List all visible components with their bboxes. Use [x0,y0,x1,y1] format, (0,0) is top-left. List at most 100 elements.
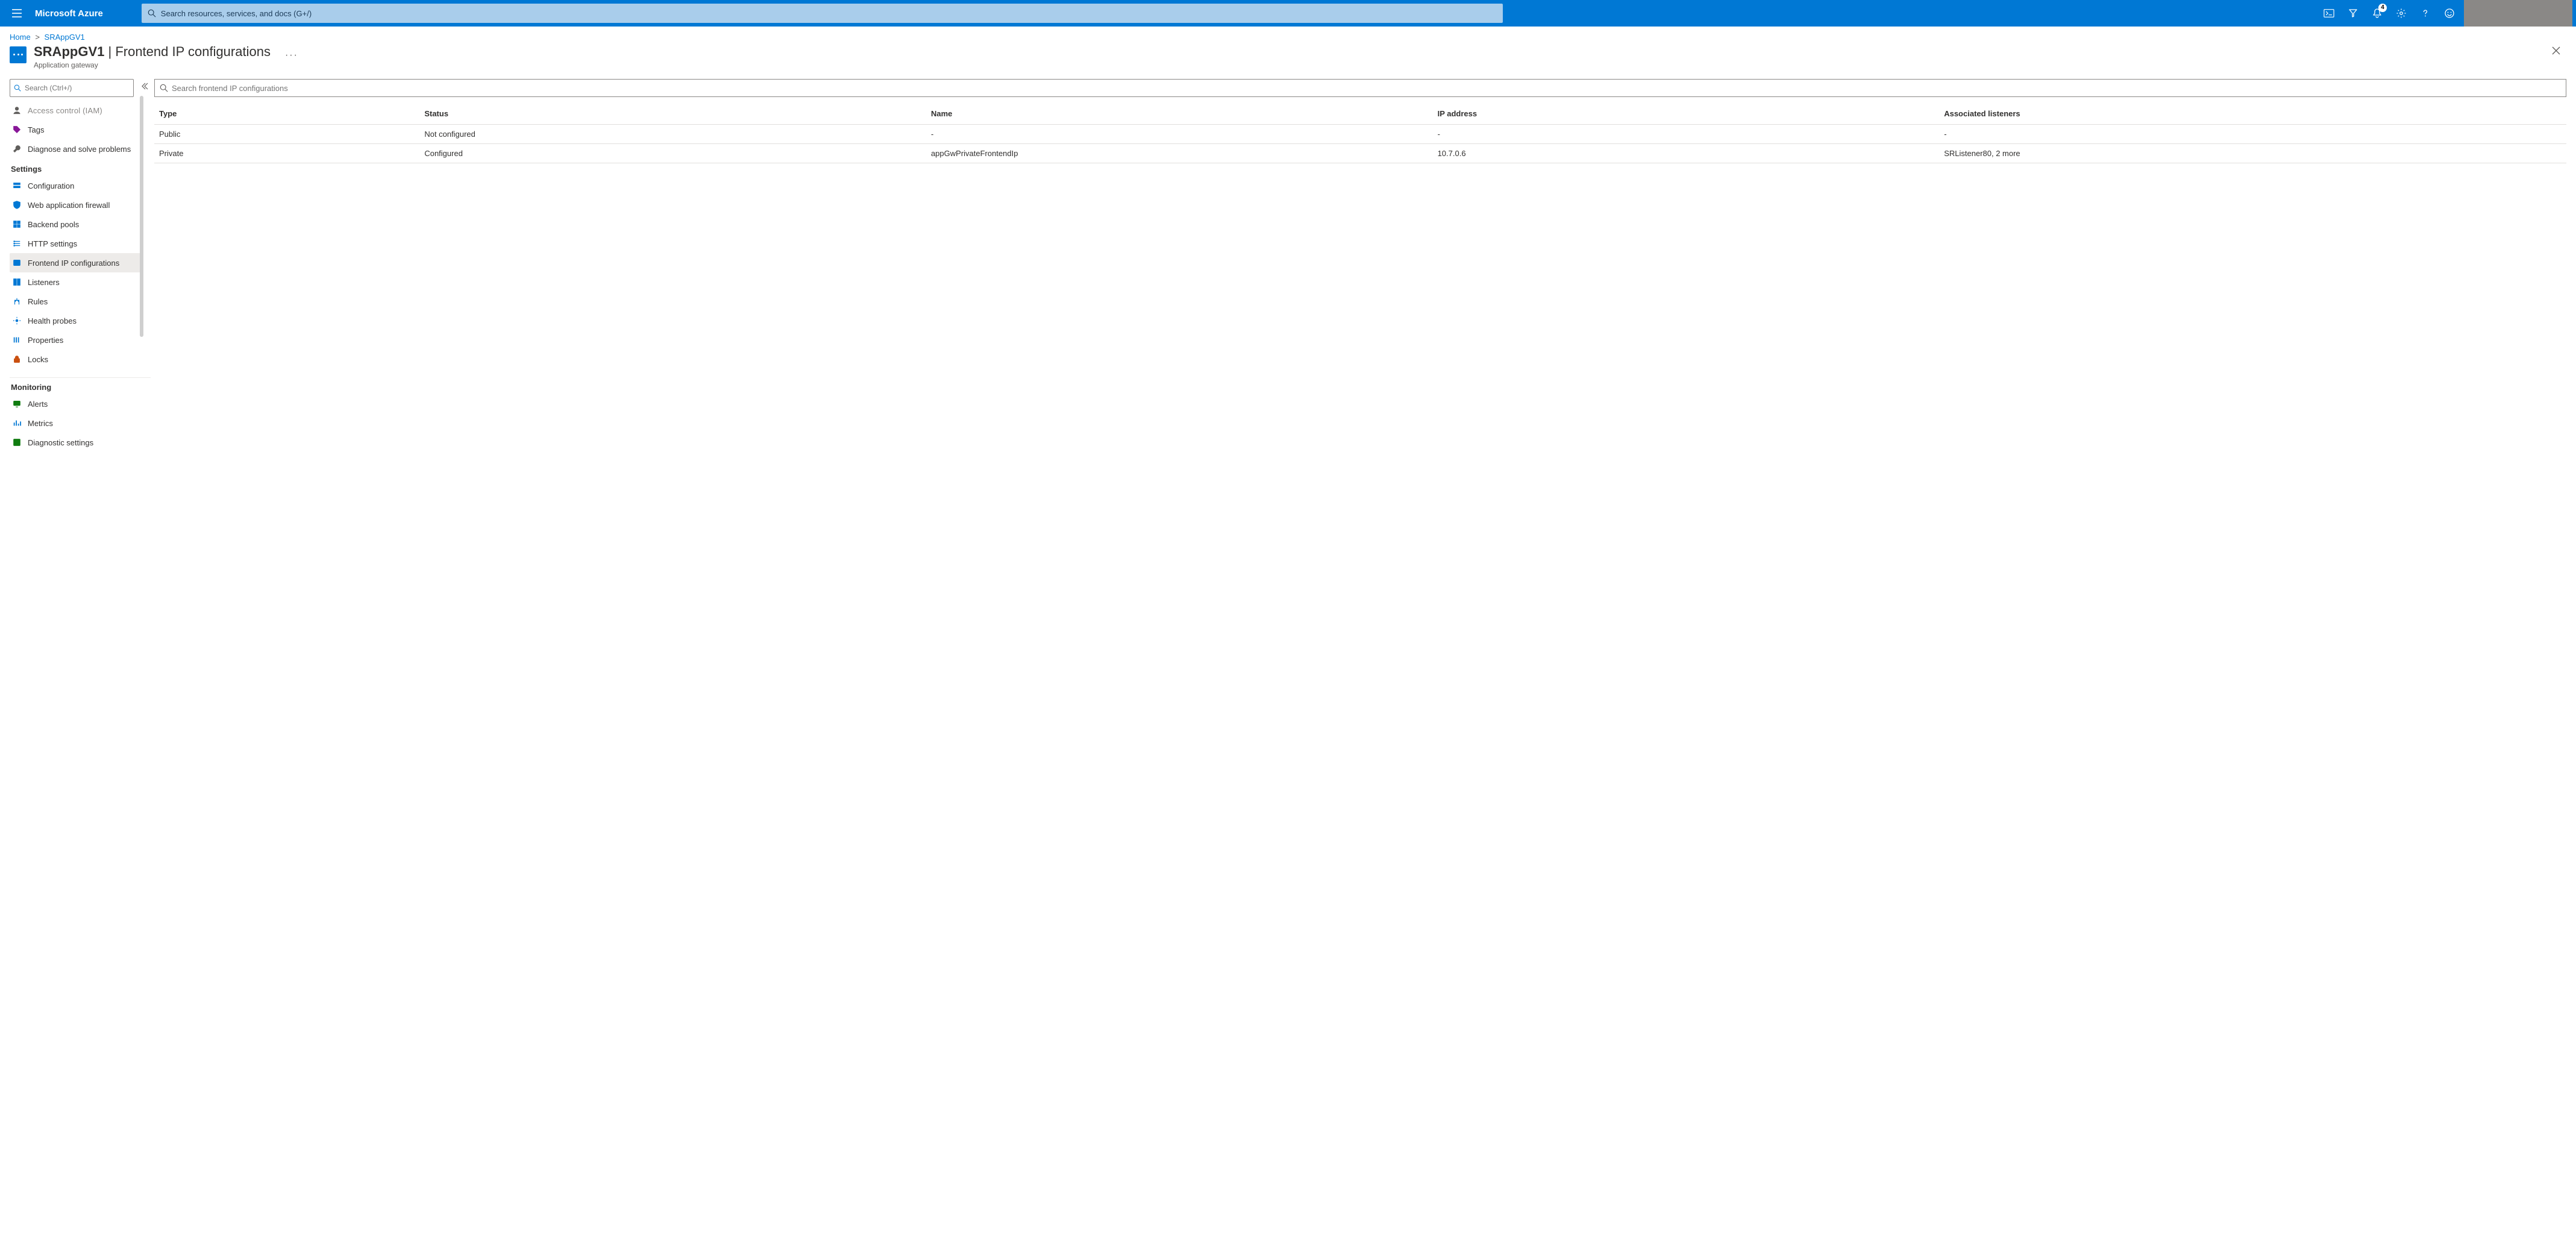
page-title: SRAppGV1 | Frontend IP configurations [34,44,271,60]
menu-item-backend-pools[interactable]: Backend pools [10,215,142,234]
lock-icon [12,354,22,364]
menu-item-label: Metrics [28,419,53,428]
hamburger-menu[interactable] [4,0,30,27]
menu-item-diagnose-and-solve-problems[interactable]: Diagnose and solve problems [10,139,142,159]
page-title-resource: SRAppGV1 [34,44,104,59]
diag-icon [12,438,22,447]
menu-search[interactable] [10,79,134,97]
brand-label[interactable]: Microsoft Azure [30,8,115,19]
menu-top-group: Tags Diagnose and solve problems [10,120,151,159]
menu-item-label: Rules [28,297,48,306]
global-search-input[interactable] [156,4,1497,23]
listen-icon [12,277,22,287]
cell-type: Private [154,144,419,163]
col-name[interactable]: Name [926,103,1433,125]
menu-item-locks[interactable]: Locks [10,350,142,369]
page-subtitle: Application gateway [34,61,271,69]
cloud-shell-button[interactable] [2317,0,2341,27]
menu-item-label: Diagnose and solve problems [28,145,131,154]
table-row[interactable]: PrivateConfiguredappGwPrivateFrontendIp1… [154,144,2566,163]
menu-section-monitoring: Monitoring [10,377,151,392]
menu-section-settings: Settings [10,165,151,174]
menu-item-alerts[interactable]: Alerts [10,394,142,413]
menu-item-http-settings[interactable]: HTTP settings [10,234,142,253]
resource-menu: Access control (IAM) Tags Diagnose and so… [0,74,151,1249]
menu-item-frontend-ip-configurations[interactable]: Frontend IP configurations [10,253,142,272]
menu-item-web-application-firewall[interactable]: Web application firewall [10,195,142,215]
more-actions-button[interactable]: ··· [285,50,298,61]
http-icon [12,239,22,248]
search-icon [160,84,168,92]
table-body: PublicNot configured---PrivateConfigured… [154,125,2566,163]
resource-icon [10,46,27,63]
menu-search-input[interactable] [21,80,130,96]
menu-scrollbar[interactable] [140,96,143,337]
col-ip-address[interactable]: IP address [1433,103,1940,125]
menu-item-label: Alerts [28,400,48,409]
table-header-row: TypeStatusNameIP addressAssociated liste… [154,103,2566,125]
menu-item-diagnostic-settings[interactable]: Diagnostic settings [10,433,142,452]
menu-item-listeners[interactable]: Listeners [10,272,142,292]
menu-item-configuration[interactable]: Configuration [10,176,142,195]
cell-listeners: SRListener80, 2 more [1939,144,2566,163]
alert-icon [12,399,22,409]
cell-status: Configured [419,144,926,163]
menu-item-label: Health probes [28,316,77,325]
menu-item-label: Web application firewall [28,201,110,210]
menu-item-label: HTTP settings [28,239,77,248]
close-blade-button[interactable] [2549,44,2563,57]
probe-icon [12,316,22,325]
account-button[interactable] [2464,0,2572,27]
menu-sections: Settings Configuration Web application fir… [10,165,151,452]
content-body: Access control (IAM) Tags Diagnose and so… [0,74,2576,1249]
menu-item-access-control[interactable]: Access control (IAM) [10,101,142,120]
menu-item-rules[interactable]: Rules [10,292,142,311]
cell-status: Not configured [419,125,926,144]
tag-icon [12,125,22,134]
menu-item-label: Frontend IP configurations [28,259,119,268]
main-pane: TypeStatusNameIP addressAssociated liste… [151,74,2576,1249]
breadcrumb-current[interactable]: SRAppGV1 [45,33,85,42]
metrics-icon [12,418,22,428]
global-search[interactable] [142,4,1503,23]
feedback-button[interactable] [2437,0,2462,27]
help-button[interactable] [2413,0,2437,27]
shield-icon [12,200,22,210]
search-icon [14,84,21,92]
breadcrumb-sep: > [33,33,42,42]
breadcrumb-home[interactable]: Home [10,33,31,42]
table-row[interactable]: PublicNot configured--- [154,125,2566,144]
table-search-input[interactable] [168,80,2561,96]
menu-item-label: Backend pools [28,220,79,229]
rules-icon [12,297,22,306]
notifications-button[interactable]: 4 [2365,0,2389,27]
col-status[interactable]: Status [419,103,926,125]
table-search[interactable] [154,79,2566,97]
menu-item-tags[interactable]: Tags [10,120,142,139]
cell-type: Public [154,125,419,144]
notification-badge: 4 [2378,4,2387,12]
person-icon [12,105,22,115]
cell-ip: 10.7.0.6 [1433,144,1940,163]
pool-icon [12,219,22,229]
col-associated-listeners[interactable]: Associated listeners [1939,103,2566,125]
col-type[interactable]: Type [154,103,419,125]
cell-name: - [926,125,1433,144]
menu-item-label: Configuration [28,181,74,190]
frontend-ip-table: TypeStatusNameIP addressAssociated liste… [154,103,2566,163]
menu-item-metrics[interactable]: Metrics [10,413,142,433]
search-icon [148,9,156,17]
cell-ip: - [1433,125,1940,144]
menu-item-label: Properties [28,336,63,345]
menu-item-health-probes[interactable]: Health probes [10,311,142,330]
wrench-icon [12,144,22,154]
directory-filter-button[interactable] [2341,0,2365,27]
page-title-blade: Frontend IP configurations [115,44,271,59]
top-bar: Microsoft Azure 4 [0,0,2576,27]
config-icon [12,181,22,190]
menu-item-label: Locks [28,355,48,364]
settings-button[interactable] [2389,0,2413,27]
collapse-menu-button[interactable] [141,83,148,90]
breadcrumb-bar: Home > SRAppGV1 [0,27,2576,42]
menu-item-properties[interactable]: Properties [10,330,142,350]
